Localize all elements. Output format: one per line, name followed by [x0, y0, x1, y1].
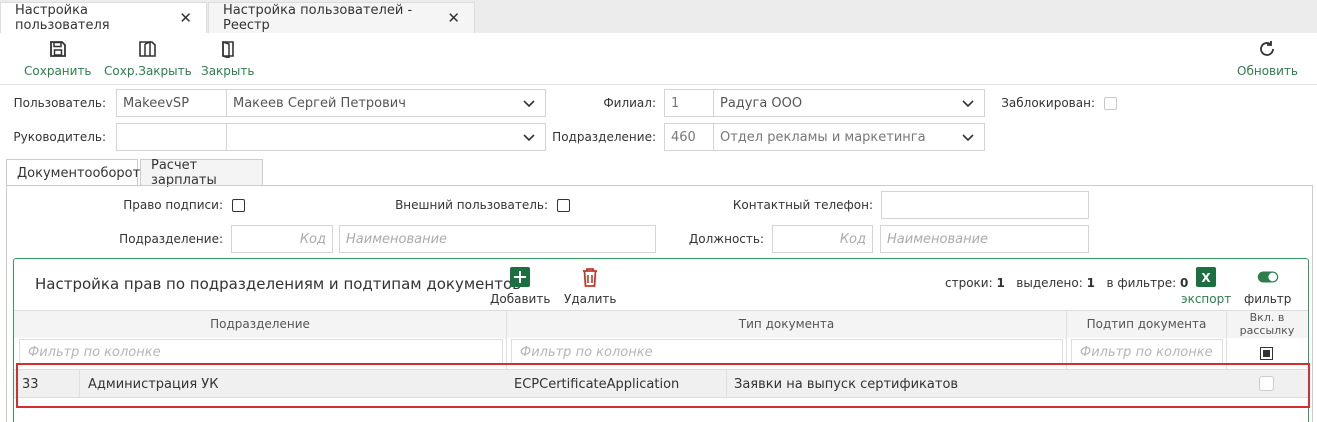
- col-header-doc-subtype[interactable]: Подтип документа: [1067, 317, 1226, 331]
- manager-label: Руководитель:: [13, 130, 106, 144]
- save-icon: [47, 38, 69, 60]
- plus-icon: [509, 266, 531, 288]
- tab-user-settings[interactable]: Настройка пользователя ✕: [0, 2, 207, 33]
- division-name-value: Отдел рекламы и маркетинга: [720, 129, 926, 145]
- save-close-icon: [137, 38, 159, 60]
- col-header-doc-type[interactable]: Тип документа: [507, 317, 1066, 331]
- manager-name-select[interactable]: [226, 123, 546, 151]
- branch-name-value: Радуга ООО: [720, 95, 803, 111]
- contact-phone-label: Контактный телефон:: [732, 198, 873, 212]
- chevron-down-icon[interactable]: [962, 131, 974, 147]
- grid-counters: строки: 1 выделено: 1 в фильтре: 0: [945, 276, 1188, 290]
- user-label: Пользователь:: [13, 96, 106, 110]
- excel-icon: X: [1195, 266, 1217, 288]
- filter-placeholder: Фильтр по колонке: [1080, 344, 1213, 360]
- position-code-field[interactable]: Код: [772, 225, 873, 253]
- tab-payroll[interactable]: Расчет зарплаты: [140, 157, 263, 188]
- tab-docflow[interactable]: Документооборот: [6, 159, 141, 187]
- refresh-label: Обновить: [1237, 64, 1298, 78]
- external-user-checkbox[interactable]: [557, 199, 570, 212]
- external-user-label: Внешний пользователь:: [395, 198, 548, 212]
- door-icon: [217, 38, 239, 60]
- rows-value: 1: [996, 276, 1005, 290]
- user-name-value: Макеев Сергей Петрович: [233, 95, 406, 111]
- add-button[interactable]: Добавить: [490, 266, 550, 306]
- save-close-label: Сохр.Закрыть: [104, 64, 192, 78]
- user-login-field[interactable]: MakeevSP: [116, 89, 227, 117]
- svg-text:X: X: [1201, 271, 1211, 285]
- blocked-label: Заблокирован:: [1001, 96, 1095, 110]
- toggle-switch-icon: [1257, 266, 1279, 288]
- tab-label: Расчет зарплаты: [151, 157, 217, 188]
- filter-toggle[interactable]: фильтр: [1244, 266, 1291, 306]
- manager-login-field[interactable]: [116, 123, 227, 151]
- blocked-checkbox[interactable]: [1104, 97, 1117, 110]
- in-filter-label: в фильтре:: [1106, 276, 1177, 290]
- refresh-icon: [1256, 38, 1278, 60]
- tab-label: Настройка пользователей - Реестр: [223, 3, 413, 33]
- docflow-division-code-field[interactable]: Код: [231, 225, 333, 253]
- trash-icon: [579, 266, 601, 288]
- grid-title: Настройка прав по подразделениям и подти…: [35, 275, 521, 293]
- close-icon[interactable]: ✕: [447, 9, 460, 27]
- division-label: Подразделение:: [552, 130, 656, 144]
- doc-type-filter-input[interactable]: Фильтр по колонке: [511, 339, 1063, 365]
- export-label: экспорт: [1181, 292, 1232, 306]
- tab-users-registry[interactable]: Настройка пользователей - Реестр ✕: [208, 2, 475, 33]
- close-button[interactable]: Закрыть: [201, 38, 254, 78]
- selected-label: выделено:: [1016, 276, 1083, 290]
- rows-label: строки:: [945, 276, 993, 290]
- highlight-box: [16, 363, 1310, 408]
- add-label: Добавить: [490, 292, 551, 306]
- export-button[interactable]: X экспорт: [1181, 266, 1231, 306]
- close-label: Закрыть: [201, 64, 255, 78]
- filter-placeholder: Фильтр по колонке: [520, 344, 653, 360]
- refresh-button[interactable]: Обновить: [1237, 38, 1298, 78]
- branch-code-field[interactable]: 1: [664, 89, 716, 117]
- save-button[interactable]: Сохранить: [24, 38, 92, 78]
- division-filter-input[interactable]: Фильтр по колонке: [19, 339, 503, 365]
- user-name-select[interactable]: Макеев Сергей Петрович: [226, 89, 546, 117]
- division-code-field[interactable]: 460: [664, 123, 716, 151]
- position-label: Должность:: [688, 232, 764, 246]
- position-code-placeholder: Код: [839, 231, 866, 247]
- save-label: Сохранить: [24, 64, 92, 78]
- branch-label: Филиал:: [603, 96, 656, 110]
- col-header-mailing[interactable]: Вкл. в рассылку: [1227, 311, 1307, 338]
- indeterminate-mark-icon: [1263, 350, 1270, 357]
- sign-right-label: Право подписи:: [123, 198, 223, 212]
- docflow-division-label: Подразделение:: [119, 232, 223, 246]
- selected-value: 1: [1086, 276, 1095, 290]
- tab-label: Настройка пользователя: [15, 3, 110, 33]
- sign-right-checkbox[interactable]: [232, 199, 245, 212]
- col-header-division[interactable]: Подразделение: [14, 317, 506, 331]
- delete-label: Удалить: [564, 292, 617, 306]
- delete-button[interactable]: Удалить: [564, 266, 617, 306]
- division-code-placeholder: Код: [299, 231, 326, 247]
- mailing-filter-checkbox[interactable]: [1260, 347, 1273, 360]
- filter-label: фильтр: [1244, 292, 1292, 306]
- doc-subtype-filter-input[interactable]: Фильтр по колонке: [1071, 339, 1223, 365]
- filter-placeholder: Фильтр по колонке: [28, 344, 161, 360]
- docflow-division-name-field[interactable]: Наименование: [339, 225, 656, 253]
- tab-label: Документооборот: [17, 165, 141, 181]
- chevron-down-icon[interactable]: [523, 131, 535, 147]
- contact-phone-field[interactable]: [881, 191, 1089, 219]
- division-name-placeholder: Наименование: [346, 231, 448, 247]
- save-close-button[interactable]: Сохр.Закрыть: [104, 38, 192, 78]
- position-name-placeholder: Наименование: [887, 231, 989, 247]
- division-name-select[interactable]: Отдел рекламы и маркетинга: [713, 123, 985, 151]
- chevron-down-icon[interactable]: [962, 97, 974, 113]
- branch-name-select[interactable]: Радуга ООО: [713, 89, 985, 117]
- close-icon[interactable]: ✕: [179, 9, 192, 27]
- position-name-field[interactable]: Наименование: [880, 225, 1089, 253]
- toolbar: [0, 33, 1317, 85]
- chevron-down-icon[interactable]: [523, 97, 535, 113]
